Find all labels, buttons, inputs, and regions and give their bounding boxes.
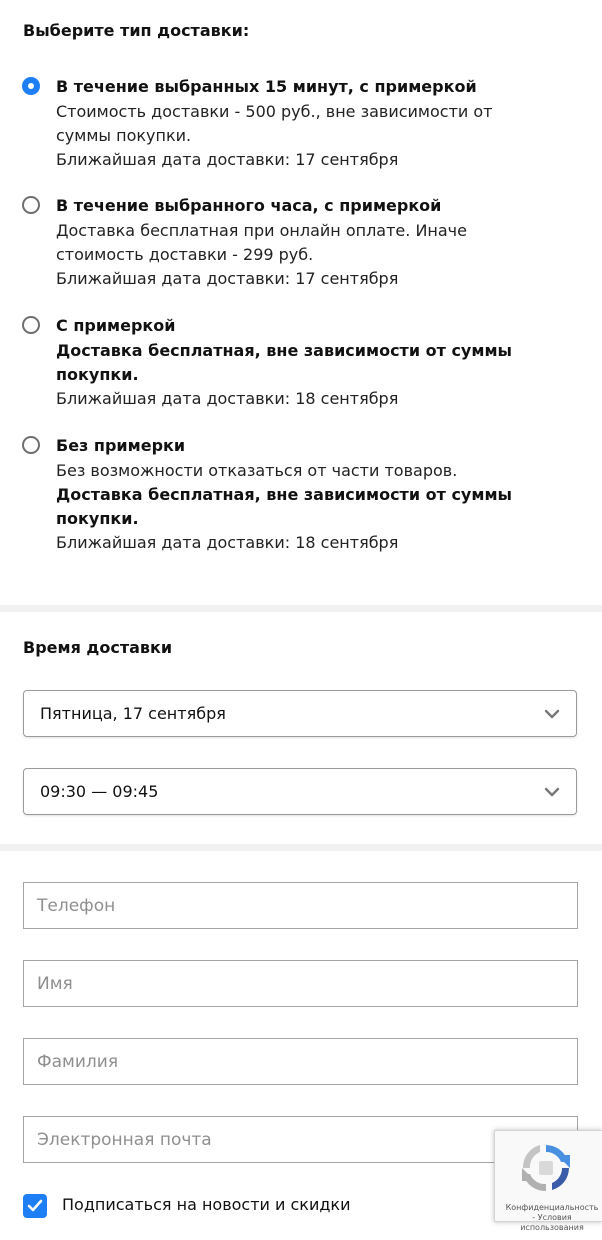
delivery-type-title: Выберите тип доставки: (23, 21, 250, 40)
checkmark-icon (27, 1199, 43, 1212)
option-title: В течение выбранного часа, с примеркой (56, 196, 442, 215)
option-title: Без примерки (56, 436, 186, 455)
delivery-time-title: Время доставки (23, 638, 173, 657)
option-date: Ближайшая дата доставки: 17 сентября (56, 269, 399, 288)
option-description: Доставка бесплатная, вне зависимости от … (56, 341, 512, 360)
delivery-time-value: 09:30 — 09:45 (40, 782, 159, 801)
section-divider (0, 844, 602, 851)
recaptcha-links[interactable]: Конфиденциальность - Условия использован… (503, 1203, 601, 1233)
first-name-input[interactable]: Имя (23, 960, 578, 1007)
option-description: стоимость доставки - 299 руб. (56, 245, 314, 264)
delivery-time-select[interactable]: 09:30 — 09:45 (23, 768, 577, 815)
option-description: Доставка бесплатная, вне зависимости от … (56, 485, 512, 504)
radio-unselected-icon[interactable] (22, 196, 40, 214)
option-title: В течение выбранных 15 минут, с примерко… (56, 77, 477, 96)
option-description: суммы покупки. (56, 126, 192, 145)
option-date: Ближайшая дата доставки: 18 сентября (56, 389, 399, 408)
chevron-down-icon (544, 787, 560, 797)
radio-unselected-icon[interactable] (22, 316, 40, 334)
option-description: покупки. (56, 509, 139, 528)
phone-placeholder: Телефон (37, 896, 116, 916)
recaptcha-badge[interactable]: Конфиденциальность - Условия использован… (494, 1130, 602, 1232)
option-date: Ближайшая дата доставки: 18 сентября (56, 533, 399, 552)
first-name-placeholder: Имя (37, 974, 73, 994)
radio-selected-icon[interactable] (22, 77, 40, 95)
option-title: С примеркой (56, 316, 176, 335)
option-date: Ближайшая дата доставки: 17 сентября (56, 150, 399, 169)
subscribe-checkbox[interactable] (23, 1194, 47, 1218)
subscribe-label[interactable]: Подписаться на новости и скидки (62, 1195, 351, 1214)
option-description: покупки. (56, 365, 139, 384)
delivery-date-value: Пятница, 17 сентября (40, 704, 226, 723)
email-placeholder: Электронная почта (37, 1130, 212, 1150)
section-divider (0, 605, 602, 612)
recaptcha-logo-icon (522, 1145, 570, 1192)
radio-unselected-icon[interactable] (22, 436, 40, 454)
delivery-date-select[interactable]: Пятница, 17 сентября (23, 690, 577, 737)
last-name-placeholder: Фамилия (37, 1052, 119, 1072)
option-description: Доставка бесплатная при онлайн оплате. И… (56, 221, 467, 240)
phone-input[interactable]: Телефон (23, 882, 578, 929)
option-description: Стоимость доставки - 500 руб., вне завис… (56, 102, 493, 121)
last-name-input[interactable]: Фамилия (23, 1038, 578, 1085)
chevron-down-icon (544, 709, 560, 719)
option-description: Без возможности отказаться от части това… (56, 461, 458, 480)
